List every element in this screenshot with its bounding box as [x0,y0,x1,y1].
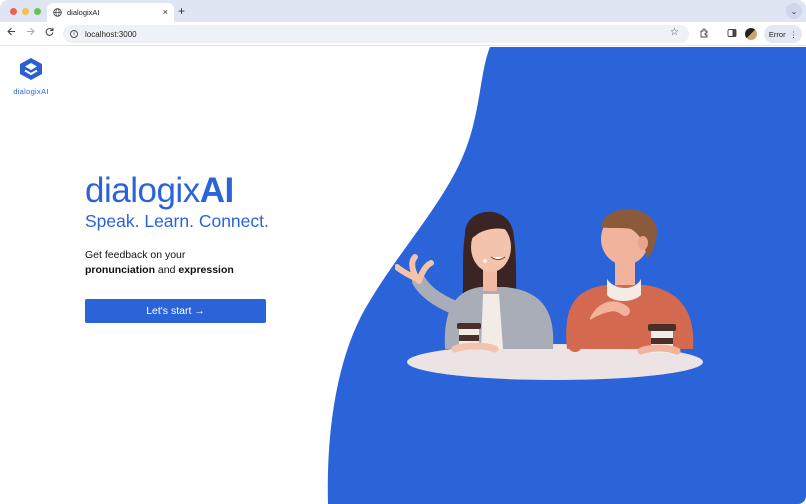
back-arrow-icon[interactable] [7,27,16,41]
bookmark-star-icon[interactable]: ☆ [670,27,679,38]
profile-avatar[interactable] [745,28,757,40]
tab-dialogixai[interactable]: dialogixAI × [47,3,174,22]
new-tab-button[interactable]: + [178,5,185,17]
close-window-button[interactable] [10,8,17,15]
address-bar[interactable]: i localhost:3000 ☆ [63,25,689,43]
forward-arrow-icon[interactable] [26,27,35,41]
side-panel-icon[interactable] [727,28,737,41]
reload-icon[interactable] [45,27,54,41]
maximize-window-button[interactable] [34,8,41,15]
description-bold-2: expression [178,264,234,276]
globe-icon [53,8,62,17]
browser-toolbar: i localhost:3000 ☆ Error ⋮ [0,22,806,46]
browser-window: dialogixAI × + ⌄ i localhost:3000 ☆ Erro [0,0,806,504]
tab-strip: dialogixAI × + ⌄ [0,0,806,22]
error-button[interactable]: Error ⋮ [764,25,802,43]
description-line-1: Get feedback on your [85,249,186,261]
error-label: Error [768,29,786,39]
description-mid: and [155,264,179,276]
more-menu-icon: ⋮ [789,29,798,39]
hero-title-bold: AI [199,171,235,210]
people-chatting-illustration [395,209,703,380]
logo: dialogixAI [11,57,51,96]
extensions-icon[interactable] [699,28,709,41]
tab-title: dialogixAI [67,8,100,17]
minimize-window-button[interactable] [22,8,29,15]
hero-title: dialogixAI [85,171,234,211]
description-bold-1: pronunciation [85,264,155,276]
logo-text: dialogixAI [13,87,49,96]
hero-title-regular: dialogix [85,171,200,210]
logo-icon [20,58,42,80]
lets-start-button[interactable]: Let's start → [85,299,266,323]
tagline: Speak. Learn. Connect. [85,211,269,231]
site-info-icon[interactable]: i [70,30,78,38]
url-text: localhost:3000 [85,29,137,39]
tab-search-button[interactable]: ⌄ [786,3,802,19]
page-content: dialogixAI dialogixAI Speak. Learn. Conn… [0,47,806,504]
tab-close-icon[interactable]: × [163,8,168,17]
description: Get feedback on your pronunciation and e… [85,248,234,278]
